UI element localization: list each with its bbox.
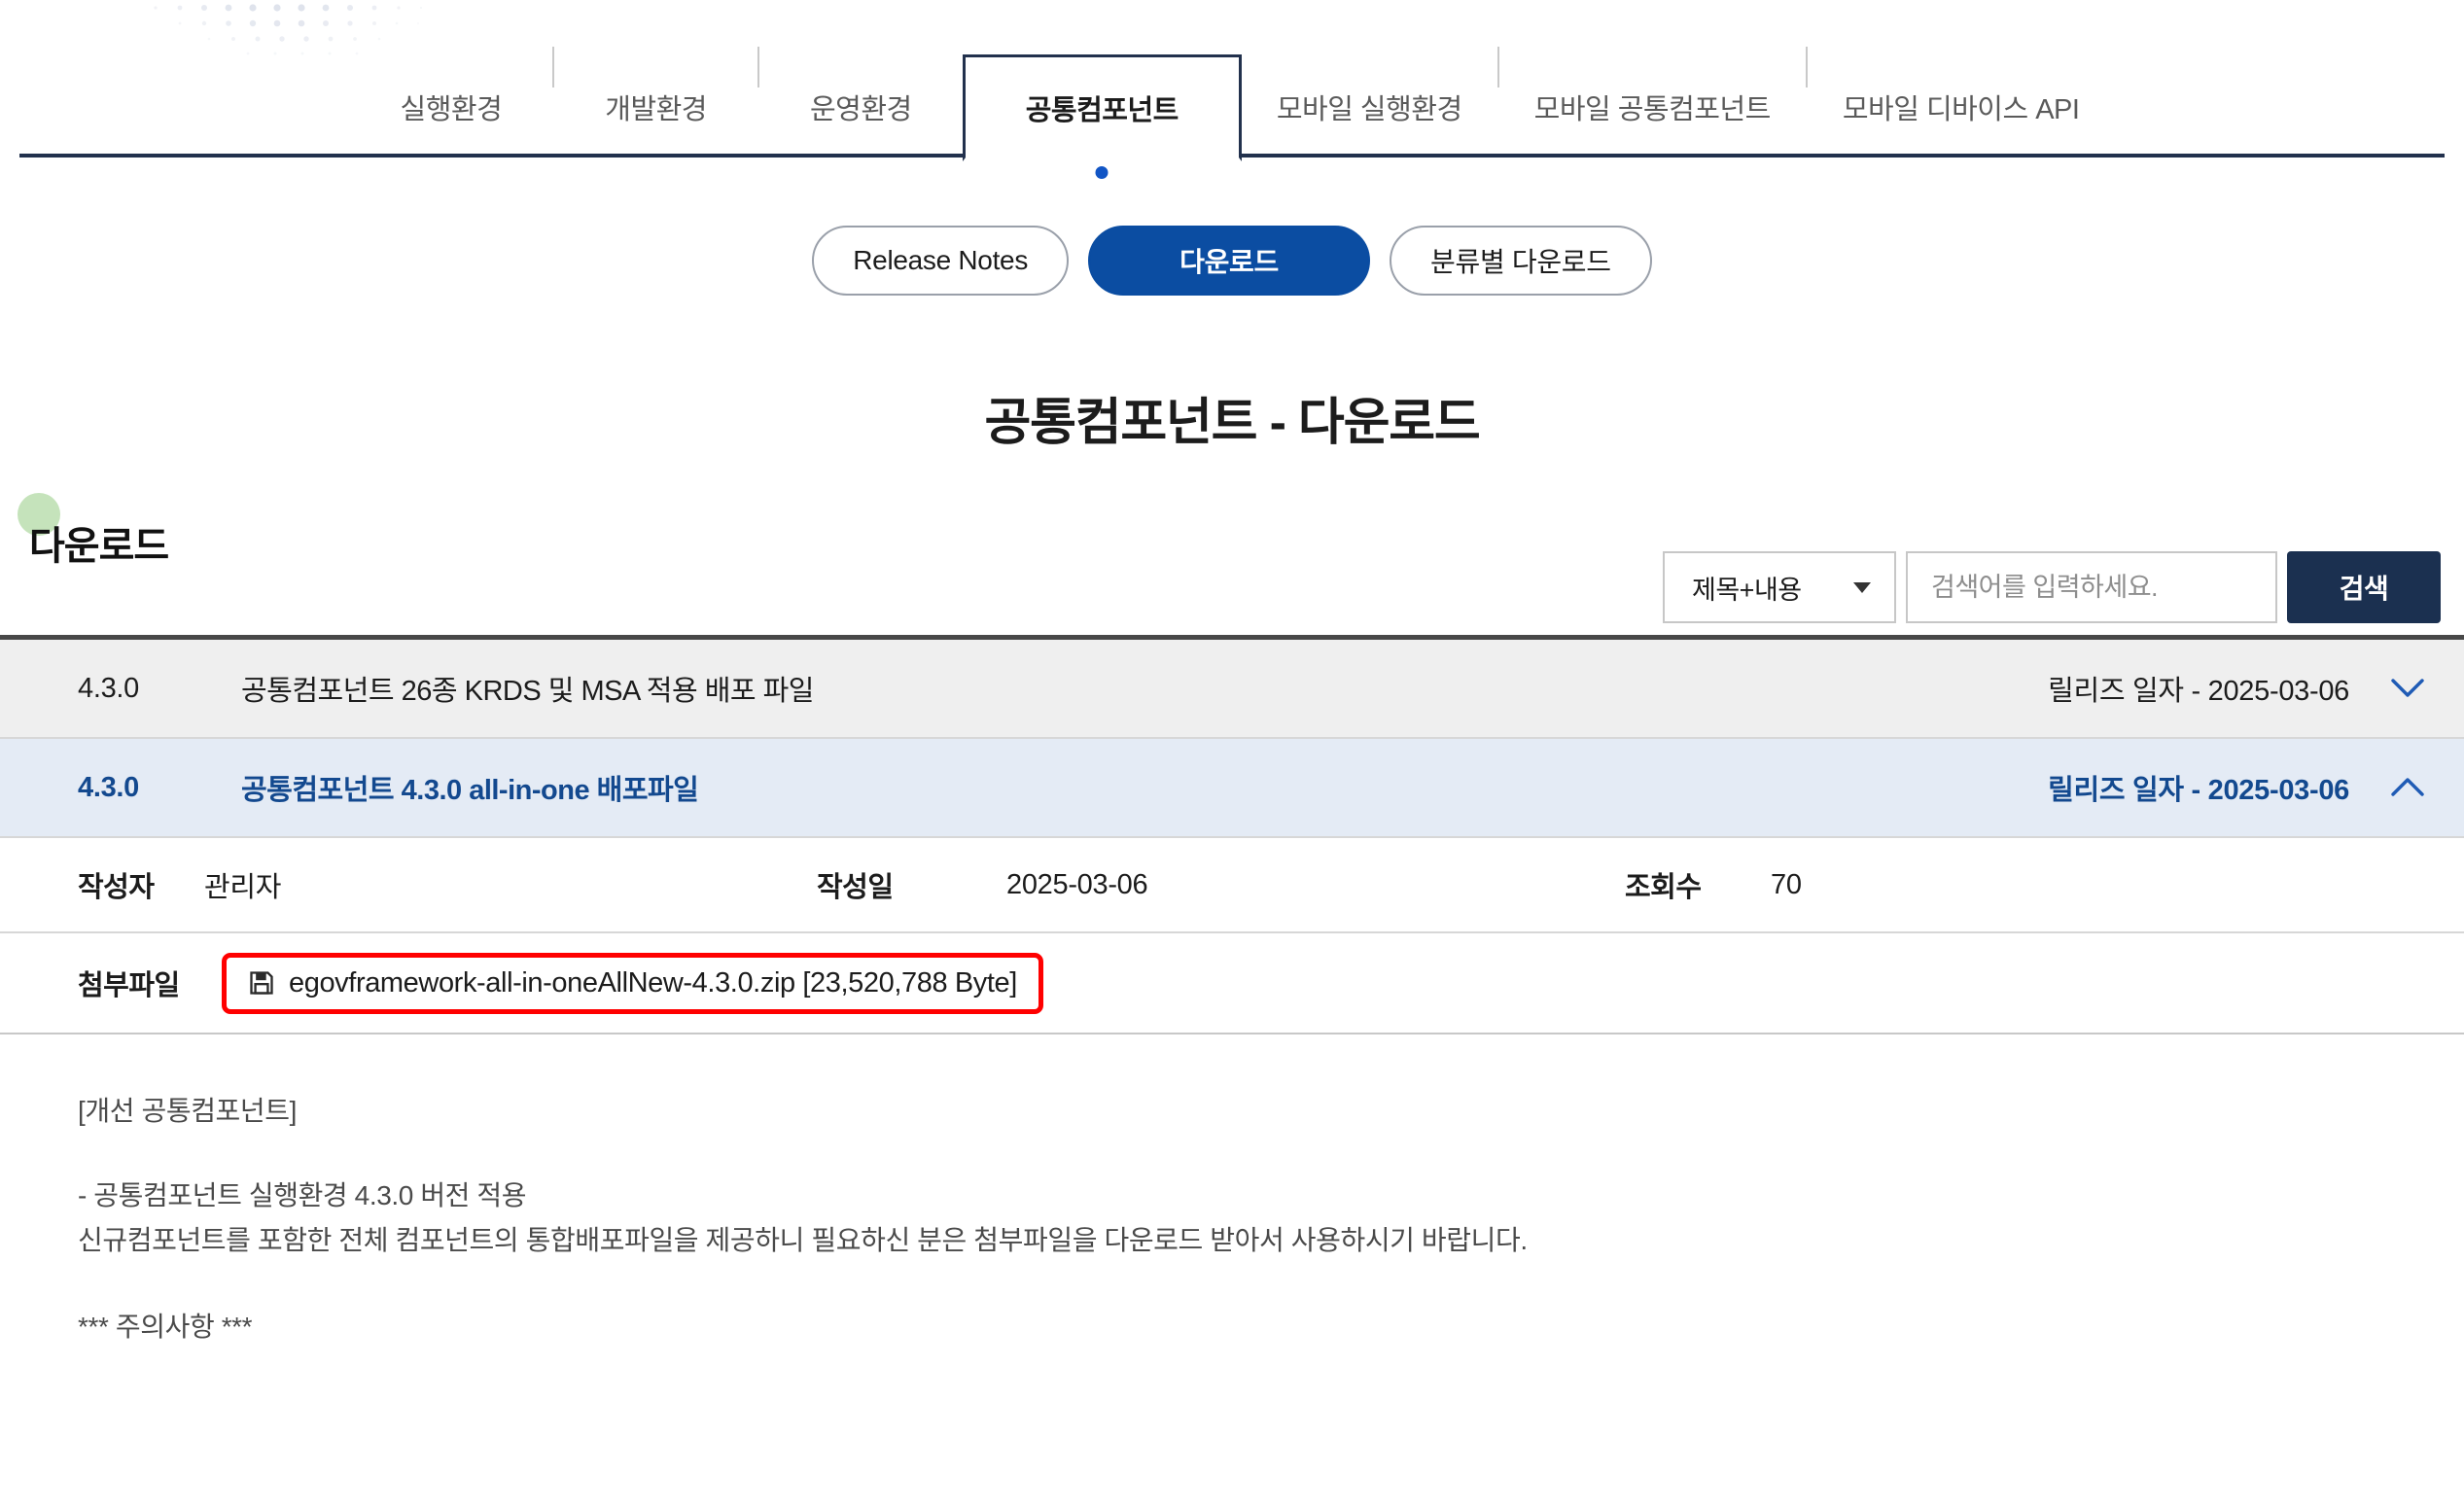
tab-label: 모바일 디바이스 API [1843,87,2080,127]
search-scope-select[interactable]: 제목+내용 [1663,551,1896,623]
row-version: 4.3.0 [78,772,241,804]
tab-label: 운영환경 [810,87,912,127]
download-by-category-button[interactable]: 분류별 다운로드 [1390,226,1652,296]
detail-attachment-row: 첨부파일 egovframework-all-in-oneAllNew-4.3.… [0,933,2464,1034]
body-line-2: - 공통컴포넌트 실행환경 4.3.0 버전 적용 [78,1174,2386,1217]
attachment-label: 첨부파일 [78,963,204,1003]
tab-mobile-runtime-env[interactable]: 모바일 실행환경 [1242,56,1497,158]
table-row[interactable]: 4.3.0 공통컴포넌트 4.3.0 all-in-one 배포파일 릴리즈 일… [0,739,2464,838]
save-floppy-icon [248,969,275,997]
tab-label: 모바일 공통컴포넌트 [1534,87,1771,127]
download-button[interactable]: 다운로드 [1088,226,1370,296]
section-heading: 다운로드 [23,514,168,571]
section-title: 다운로드 [29,514,168,571]
tab-mobile-common-component[interactable]: 모바일 공통컴포넌트 [1499,56,1806,158]
pill-label: 분류별 다운로드 [1430,241,1611,280]
tab-label: 공통컴포넌트 [1026,88,1179,128]
table-row[interactable]: 4.3.0 공통컴포넌트 26종 KRDS 및 MSA 적용 배포 파일 릴리즈… [0,640,2464,739]
tab-ops-env[interactable]: 운영환경 [759,56,963,158]
body-line-1: [개선 공통컴포넌트] [78,1089,2386,1133]
search-input[interactable] [1906,551,2277,623]
detail-meta-row: 작성자 관리자 작성일 2025-03-06 조회수 70 [0,838,2464,933]
search-scope-value: 제목+내용 [1692,569,1802,607]
tab-label: 모바일 실행환경 [1277,87,1462,127]
chevron-up-icon[interactable] [2388,768,2427,807]
views-value: 70 [1771,869,1802,901]
main-tab-navigation[interactable]: 실행환경 개발환경 운영환경 공통컴포넌트 모바일 실행환경 모바일 공통컴포넌… [0,0,2464,158]
row-title: 공통컴포넌트 4.3.0 all-in-one 배포파일 [241,767,2048,808]
body-line-3: 신규컴포넌트를 포함한 전체 컴포넌트의 통합배포파일을 제공하니 필요하신 분… [78,1218,2386,1262]
release-notes-button[interactable]: Release Notes [812,226,1069,296]
section-header-area: 다운로드 제목+내용 검색 [0,514,2464,571]
search-button-label: 검색 [2340,574,2389,604]
row-title: 공통컴포넌트 26종 KRDS 및 MSA 적용 배포 파일 [241,668,2048,709]
created-date-label: 작성일 [817,864,1006,905]
search-bar: 제목+내용 검색 [1663,551,2441,623]
subnav-pill-row: Release Notes 다운로드 분류별 다운로드 [0,226,2464,296]
page-title: 공통컴포넌트 - 다운로드 [0,381,2464,454]
pill-label: 다운로드 [1179,241,1279,280]
body-line-4: *** 주의사항 *** [78,1305,2386,1349]
row-release-date: 릴리즈 일자 - 2025-03-06 [2048,767,2349,808]
tab-mobile-device-api[interactable]: 모바일 디바이스 API [1808,56,2115,158]
download-board: 4.3.0 공통컴포넌트 26종 KRDS 및 MSA 적용 배포 파일 릴리즈… [0,635,2464,1349]
chevron-down-icon[interactable] [2388,669,2427,708]
body-spacer [78,1133,2386,1174]
tab-common-component[interactable]: 공통컴포넌트 [963,54,1242,161]
views-label: 조회수 [1625,864,1771,905]
attachment-highlight-box: egovframework-all-in-oneAllNew-4.3.0.zip… [222,953,1043,1014]
pill-label: Release Notes [853,245,1028,276]
tab-label: 실행환경 [401,87,503,127]
author-value: 관리자 [204,864,817,905]
detail-body-content: [개선 공통컴포넌트] - 공통컴포넌트 실행환경 4.3.0 버전 적용 신규… [0,1034,2464,1349]
body-spacer [78,1262,2386,1305]
tab-runtime-env[interactable]: 실행환경 [350,56,553,158]
chevron-down-icon [1853,582,1871,593]
search-submit-button[interactable]: 검색 [2287,551,2441,623]
attachment-file-link[interactable]: egovframework-all-in-oneAllNew-4.3.0.zip… [289,967,1017,999]
active-tab-dot-icon [1096,166,1109,179]
created-date-value: 2025-03-06 [1006,869,1625,901]
tab-dev-env[interactable]: 개발환경 [554,56,757,158]
author-label: 작성자 [78,864,204,905]
tab-label: 개발환경 [605,87,707,127]
row-release-date: 릴리즈 일자 - 2025-03-06 [2048,668,2349,709]
row-version: 4.3.0 [78,673,241,705]
